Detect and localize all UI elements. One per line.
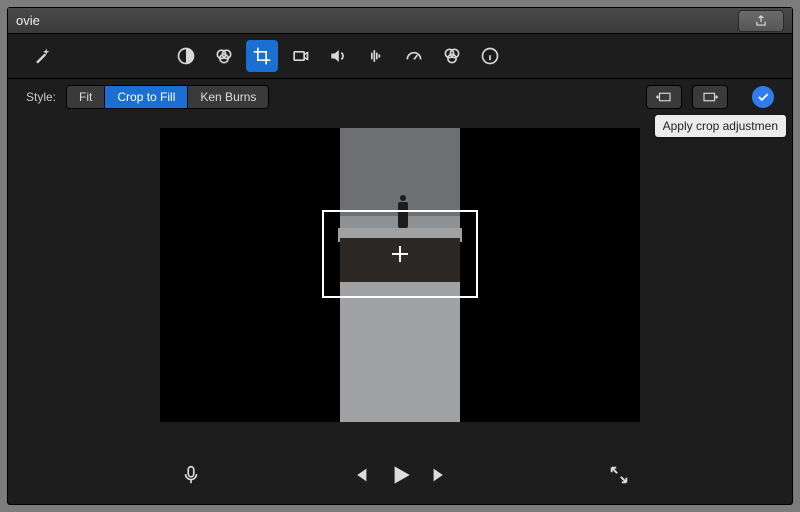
play-button[interactable]	[387, 462, 413, 488]
title-bar: ovie	[8, 8, 792, 34]
style-bar: Style: Fit Crop to Fill Ken Burns Apply …	[8, 79, 792, 115]
noise-reduction-icon[interactable]	[360, 40, 392, 72]
skip-forward-icon	[429, 464, 451, 486]
crop-handle-br[interactable]	[462, 282, 478, 298]
crop-handle-bl[interactable]	[322, 282, 338, 298]
voiceover-button[interactable]	[178, 462, 204, 488]
color-balance-icon[interactable]	[170, 40, 202, 72]
crop-tool-icon[interactable]	[246, 40, 278, 72]
speed-icon[interactable]	[398, 40, 430, 72]
viewer-area	[46, 128, 754, 438]
app-window: ovie	[8, 8, 792, 504]
fullscreen-button[interactable]	[606, 462, 632, 488]
previous-button[interactable]	[347, 462, 373, 488]
style-fit-button[interactable]: Fit	[67, 86, 105, 108]
skip-back-icon	[349, 464, 371, 486]
checkmark-icon	[756, 90, 770, 104]
apply-crop-button[interactable]	[752, 86, 774, 108]
style-segmented-control: Fit Crop to Fill Ken Burns	[66, 85, 269, 109]
preview-viewer[interactable]	[160, 128, 640, 422]
style-crop-to-fill-button[interactable]: Crop to Fill	[105, 86, 188, 108]
style-label: Style:	[26, 90, 56, 104]
color-correction-icon[interactable]	[208, 40, 240, 72]
microphone-icon	[180, 464, 202, 486]
crop-handle-tl[interactable]	[322, 210, 338, 226]
inspector-toolbar	[8, 34, 792, 79]
play-icon	[387, 461, 413, 489]
style-ken-burns-button[interactable]: Ken Burns	[188, 86, 268, 108]
share-button[interactable]	[738, 10, 784, 32]
rotate-cw-button[interactable]	[692, 85, 728, 109]
expand-icon	[608, 464, 630, 486]
color-filter-icon[interactable]	[436, 40, 468, 72]
window-title: ovie	[16, 13, 40, 28]
playback-controls	[8, 446, 792, 504]
info-icon[interactable]	[474, 40, 506, 72]
stabilization-icon[interactable]	[284, 40, 316, 72]
magic-wand-icon[interactable]	[26, 40, 58, 72]
share-icon	[754, 14, 768, 28]
rotate-ccw-button[interactable]	[646, 85, 682, 109]
crop-center-icon	[392, 246, 408, 262]
crop-handle-tr[interactable]	[462, 210, 478, 226]
next-button[interactable]	[427, 462, 453, 488]
crop-rectangle[interactable]	[322, 210, 478, 298]
volume-icon[interactable]	[322, 40, 354, 72]
